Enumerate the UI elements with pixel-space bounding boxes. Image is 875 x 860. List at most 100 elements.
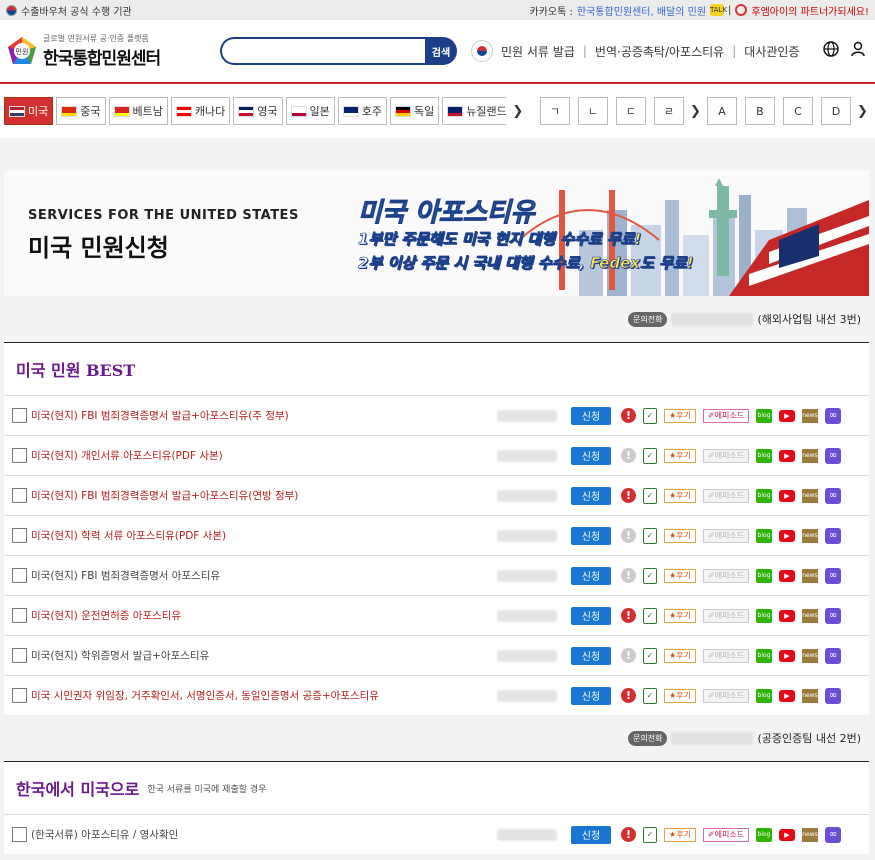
blog-icon[interactable]: blog — [756, 827, 772, 842]
country-tab[interactable]: 독일 — [390, 97, 440, 125]
alpha-tab[interactable]: B — [744, 97, 775, 125]
alpha-tab[interactable]: A — [706, 97, 737, 125]
blog-icon[interactable]: blog — [756, 448, 772, 463]
episode-button[interactable]: ✐에피소드 — [703, 488, 749, 503]
service-name-link[interactable]: 미국(현지) 개인서류 아포스티유(PDF 사본) — [31, 448, 521, 463]
news-icon[interactable]: news — [802, 608, 818, 623]
blog-icon[interactable]: blog — [756, 528, 772, 543]
hangul-tab[interactable]: ㄹ — [653, 97, 684, 125]
blog-icon[interactable]: blog — [756, 648, 772, 663]
episode-button[interactable]: ✐에피소드 — [703, 648, 749, 663]
youtube-icon[interactable]: ▶ — [779, 489, 795, 502]
user-icon[interactable] — [851, 41, 865, 61]
kakao-channels-link[interactable]: 한국통합민원센터, 배달의 민원 — [577, 3, 706, 18]
blog-icon[interactable]: blog — [756, 608, 772, 623]
link-icon[interactable]: ∞ — [825, 647, 841, 664]
service-name-link[interactable]: 미국(현지) FBI 범죄경력증명서 발급+아포스티유(연방 정부) — [31, 488, 521, 503]
link-icon[interactable]: ∞ — [825, 826, 841, 843]
youtube-icon[interactable]: ▶ — [779, 449, 795, 462]
country-tab[interactable]: 영국 — [233, 97, 283, 125]
document-wrap[interactable]: ✓ — [643, 567, 657, 584]
country-tab[interactable]: 일본 — [285, 97, 335, 125]
link-icon[interactable]: ∞ — [825, 447, 841, 464]
country-tab[interactable]: 베트남 — [108, 97, 168, 125]
warning-wrap[interactable]: ! — [621, 648, 636, 663]
partner-link[interactable]: 후엠아이의 파트너가되세요! — [751, 3, 869, 18]
review-button[interactable]: ★후기 — [664, 408, 696, 423]
service-name-link[interactable]: 미국(현지) 학력 서류 아포스티유(PDF 사본) — [31, 528, 521, 543]
service-checkbox[interactable] — [12, 827, 27, 842]
service-checkbox[interactable] — [12, 408, 27, 423]
service-checkbox[interactable] — [12, 448, 27, 463]
next-hangul-arrow-icon[interactable]: ❯ — [687, 104, 704, 119]
warning-wrap[interactable]: ! — [621, 488, 636, 503]
service-name-link[interactable]: 미국(현지) FBI 범죄경력증명서 발급+아포스티유(주 정부) — [31, 408, 521, 423]
youtube-icon[interactable]: ▶ — [779, 529, 795, 542]
service-checkbox[interactable] — [12, 608, 27, 623]
alpha-tab[interactable]: C — [782, 97, 813, 125]
service-checkbox[interactable] — [12, 648, 27, 663]
document-wrap[interactable]: ✓ — [643, 607, 657, 624]
service-checkbox[interactable] — [12, 688, 27, 703]
warning-wrap[interactable]: ! — [621, 568, 636, 583]
review-button[interactable]: ★후기 — [664, 568, 696, 583]
news-icon[interactable]: news — [802, 827, 818, 842]
apply-button[interactable]: 신청 — [571, 566, 611, 585]
blog-icon[interactable]: blog — [756, 688, 772, 703]
service-name-link[interactable]: 미국(현지) 운전면허증 아포스티유 — [31, 608, 521, 623]
service-name-link[interactable]: 미국(현지) FBI 범죄경력증명서 아포스티유 — [31, 568, 521, 583]
link-icon[interactable]: ∞ — [825, 487, 841, 504]
youtube-icon[interactable]: ▶ — [779, 649, 795, 662]
review-button[interactable]: ★후기 — [664, 608, 696, 623]
country-tab[interactable]: 중국 — [56, 97, 106, 125]
link-icon[interactable]: ∞ — [825, 687, 841, 704]
document-wrap[interactable]: ✓ — [643, 687, 657, 704]
document-wrap[interactable]: ✓ — [643, 487, 657, 504]
hangul-tab[interactable]: ㄴ — [577, 97, 608, 125]
service-name-link[interactable]: 미국(현지) 학위증명서 발급+아포스티유 — [31, 648, 521, 663]
episode-button[interactable]: ✐에피소드 — [703, 408, 749, 423]
country-tab[interactable]: 뉴질랜드 — [442, 97, 507, 125]
link-icon[interactable]: ∞ — [825, 567, 841, 584]
service-name-link[interactable]: 미국 시민권자 위임장, 거주확인서, 서명인증서, 동일인증명서 공증+아포스… — [31, 688, 521, 703]
apply-button[interactable]: 신청 — [571, 686, 611, 705]
us-banner[interactable]: SERVICES FOR THE UNITED STATES 미국 민원신청 미… — [4, 170, 869, 296]
service-name-link[interactable]: (한국서류) 아포스티유 / 영사확인 — [31, 827, 521, 842]
news-icon[interactable]: news — [802, 408, 818, 423]
news-icon[interactable]: news — [802, 528, 818, 543]
review-button[interactable]: ★후기 — [664, 648, 696, 663]
review-button[interactable]: ★후기 — [664, 448, 696, 463]
hangul-tab[interactable]: ㄱ — [539, 97, 570, 125]
warning-wrap[interactable]: ! — [621, 688, 636, 703]
news-icon[interactable]: news — [802, 568, 818, 583]
apply-button[interactable]: 신청 — [571, 606, 611, 625]
news-icon[interactable]: news — [802, 648, 818, 663]
kakao-talk-icon[interactable]: TALK — [710, 4, 727, 16]
link-icon[interactable]: ∞ — [825, 527, 841, 544]
link-icon[interactable]: ∞ — [825, 407, 841, 424]
episode-button[interactable]: ✐에피소드 — [703, 568, 749, 583]
document-wrap[interactable]: ✓ — [643, 407, 657, 424]
apply-button[interactable]: 신청 — [571, 646, 611, 665]
episode-button[interactable]: ✐에피소드 — [703, 608, 749, 623]
apply-button[interactable]: 신청 — [571, 526, 611, 545]
document-wrap[interactable]: ✓ — [643, 527, 657, 544]
document-wrap[interactable]: ✓ — [643, 447, 657, 464]
country-tab[interactable]: 캐나다 — [170, 97, 231, 125]
review-button[interactable]: ★후기 — [664, 528, 696, 543]
episode-button[interactable]: ✐에피소드 — [703, 688, 749, 703]
episode-button[interactable]: ✐에피소드 — [703, 448, 749, 463]
alpha-tab[interactable]: D — [820, 97, 851, 125]
review-button[interactable]: ★후기 — [664, 827, 696, 842]
document-wrap[interactable]: ✓ — [643, 826, 657, 843]
blog-icon[interactable]: blog — [756, 488, 772, 503]
service-checkbox[interactable] — [12, 488, 27, 503]
youtube-icon[interactable]: ▶ — [779, 609, 795, 622]
episode-button[interactable]: ✐에피소드 — [703, 528, 749, 543]
next-alpha-arrow-icon[interactable]: ❯ — [854, 104, 871, 119]
warning-wrap[interactable]: ! — [621, 827, 636, 842]
service-checkbox[interactable] — [12, 568, 27, 583]
warning-wrap[interactable]: ! — [621, 608, 636, 623]
apply-button[interactable]: 신청 — [571, 406, 611, 425]
nav-translation[interactable]: 번역·공증촉탁/아포스티유 — [595, 43, 724, 60]
